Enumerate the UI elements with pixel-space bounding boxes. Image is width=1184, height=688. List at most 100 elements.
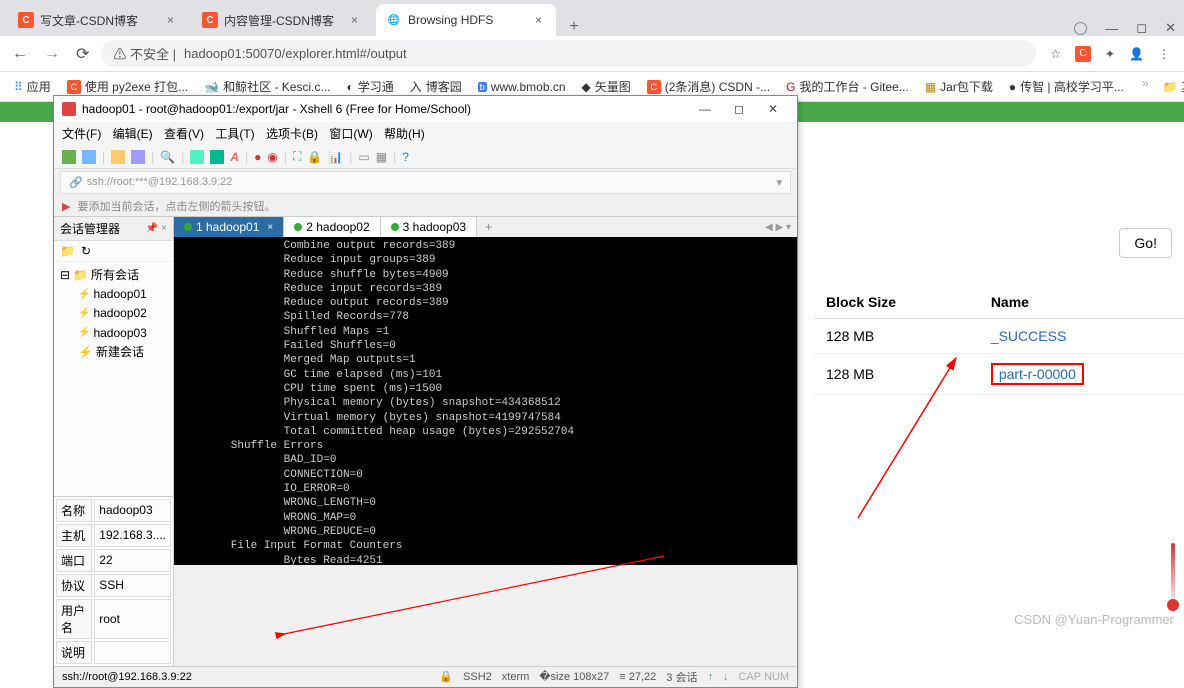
bookmark-item[interactable]: G我的工作台 - Gitee... [780, 76, 915, 97]
close-icon[interactable]: × [347, 13, 362, 27]
maximize-icon[interactable]: ◻ [723, 102, 755, 116]
link-icon: 🔗 [69, 176, 83, 189]
hint-bar: ▶ 要添加当前会话，点击左侧的箭头按钮。 [54, 196, 797, 216]
watermark: CSDN @Yuan-Programmer [1014, 612, 1174, 627]
tb-icon[interactable] [210, 150, 224, 164]
menu-icon[interactable]: ⋮ [1158, 47, 1170, 61]
term-tab-1[interactable]: 1 hadoop01× [174, 217, 284, 237]
bookmark-overflow[interactable]: » [1142, 76, 1149, 97]
tree-item[interactable]: ⚡hadoop02 [60, 304, 167, 323]
record-icon[interactable]: ● [254, 150, 261, 164]
copy-icon[interactable] [111, 150, 125, 164]
bookmark-item[interactable]: bwww.bmob.cn [472, 78, 572, 96]
term-tab-3[interactable]: 3 hadoop03 [381, 217, 477, 237]
search-icon[interactable]: 🔍 [160, 150, 175, 164]
xshell-window: hadoop01 - root@hadoop01:/export/jar - X… [53, 95, 798, 688]
font-icon[interactable]: A [230, 150, 239, 164]
term-tab-2[interactable]: 2 hadoop02 [284, 217, 380, 237]
terminal-output[interactable]: Combine output records=389 Reduce input … [174, 237, 797, 565]
expand-icon[interactable]: ⛶ [293, 149, 301, 164]
grid-icon[interactable]: ▦ [376, 150, 387, 164]
browser-tab-active[interactable]: 🌐 Browsing HDFS × [376, 4, 556, 36]
bookmark-item[interactable]: ◆矢量图 [576, 76, 637, 97]
bookmark-item[interactable]: 🐋和鲸社区 - Kesci.c... [198, 76, 336, 97]
menu-help[interactable]: 帮助(H) [384, 127, 425, 141]
paste-icon[interactable] [131, 150, 145, 164]
maximize-icon[interactable]: ◻ [1136, 20, 1147, 36]
bookmark-item[interactable]: C(2条消息) CSDN -... [641, 76, 776, 97]
extensions-icon[interactable]: ✦ [1105, 47, 1115, 61]
minimize-icon[interactable]: — [689, 102, 721, 116]
status-term: xterm [502, 671, 530, 683]
close-icon[interactable]: ✕ [1165, 20, 1176, 36]
window-titlebar[interactable]: hadoop01 - root@hadoop01:/export/jar - X… [54, 96, 797, 122]
close-icon[interactable]: × [163, 13, 178, 27]
lock-icon[interactable]: 🔒 [307, 150, 322, 164]
tree-item[interactable]: ⚡hadoop01 [60, 285, 167, 304]
menu-window[interactable]: 窗口(W) [329, 127, 372, 141]
hdfs-browser: Go! Block Size Name 128 MB _SUCCESS 128 … [814, 222, 1184, 395]
tb-icon[interactable] [190, 150, 204, 164]
menu-tab[interactable]: 选项卡(B) [266, 127, 318, 141]
insecure-label: ⚠ 不安全 | [113, 44, 176, 63]
tab-title: 写文章-CSDN博客 [40, 12, 138, 29]
tree-item[interactable]: ⚡hadoop03 [60, 324, 167, 343]
menu-edit[interactable]: 编辑(E) [113, 127, 153, 141]
forward-button[interactable]: → [40, 41, 64, 67]
tab-nav[interactable]: ◀ ▶ ▾ [759, 222, 797, 233]
tb-icon[interactable]: 📁 [60, 244, 75, 258]
profile-icon[interactable]: 👤 [1129, 47, 1144, 61]
file-link-success[interactable]: _SUCCESS [991, 328, 1066, 344]
reload-button[interactable]: ⟳ [72, 40, 93, 68]
url-input[interactable]: ⚠ 不安全 | hadoop01:50070/explorer.html#/ou… [101, 40, 1036, 67]
bookmark-item[interactable]: ▦Jar包下载 [919, 76, 999, 97]
ssh-address-bar[interactable]: 🔗 ssh://root:***@192.168.3.9:22 ▾ [60, 171, 791, 194]
minimize-icon[interactable]: — [1105, 21, 1118, 36]
account-icon[interactable] [1074, 22, 1087, 35]
bookmark-item[interactable]: C使用 py2exe 打包... [61, 76, 194, 97]
flag-icon: ▶ [62, 201, 70, 213]
stop-icon[interactable]: ◉ [267, 150, 277, 164]
window-title: hadoop01 - root@hadoop01:/export/jar - X… [82, 102, 471, 116]
table-row: 128 MB _SUCCESS [814, 319, 1184, 354]
back-button[interactable]: ← [8, 41, 32, 67]
browser-tab-1[interactable]: C 写文章-CSDN博客 × [8, 4, 188, 36]
other-bookmarks[interactable]: 📁其他书签 [1157, 76, 1184, 97]
apps-button[interactable]: ⠿应用 [8, 76, 57, 97]
tb-icon[interactable]: 📊 [328, 150, 343, 164]
toolbar: | | 🔍 | A | ● ◉ | ⛶ 🔒 📊 | ▭ ▦ | ? [54, 145, 797, 169]
tab-title: 内容管理-CSDN博客 [224, 12, 334, 29]
close-icon[interactable]: × [531, 13, 546, 27]
go-button[interactable]: Go! [1119, 228, 1172, 258]
tree-item-new[interactable]: ⚡新建会话 [60, 343, 167, 362]
menu-view[interactable]: 查看(V) [164, 127, 204, 141]
open-icon[interactable] [82, 150, 96, 164]
address-bar: ← → ⟳ ⚠ 不安全 | hadoop01:50070/explorer.ht… [0, 36, 1184, 72]
new-session-icon[interactable] [62, 150, 76, 164]
bookmark-item[interactable]: ◐学习通 [341, 76, 400, 97]
new-tab-button[interactable]: + [560, 18, 588, 36]
menu-tools[interactable]: 工具(T) [215, 127, 254, 141]
bookmark-item[interactable]: 入博客园 [404, 76, 468, 97]
add-tab-button[interactable]: + [477, 218, 500, 236]
pin-icon[interactable]: 📌 × [146, 223, 167, 234]
terminal-area: 1 hadoop01× 2 hadoop02 3 hadoop03 + ◀ ▶ … [174, 217, 797, 666]
status-proto: SSH2 [463, 671, 492, 683]
browser-tab-2[interactable]: C 内容管理-CSDN博客 × [192, 4, 372, 36]
cell-blocksize: 128 MB [814, 319, 979, 354]
tb-icon[interactable]: ↻ [81, 244, 91, 258]
star-icon[interactable]: ☆ [1050, 47, 1061, 61]
help-icon[interactable]: ? [402, 150, 409, 164]
col-blocksize: Block Size [814, 286, 979, 319]
csdn-ext-icon[interactable]: C [1075, 46, 1091, 62]
dropdown-icon[interactable]: ▾ [776, 176, 782, 189]
layout-icon[interactable]: ▭ [358, 150, 369, 164]
file-link-part[interactable]: part-r-00000 [999, 366, 1076, 382]
thermometer-icon [1168, 541, 1178, 611]
menu-file[interactable]: 文件(F) [62, 127, 101, 141]
down-icon: ↓ [723, 671, 729, 683]
tree-root[interactable]: ⊟📁所有会话 [60, 266, 167, 285]
close-icon[interactable]: ✕ [757, 102, 789, 116]
csdn-favicon: C [202, 12, 218, 28]
bookmark-item[interactable]: ●传智 | 高校学习平... [1003, 76, 1130, 97]
